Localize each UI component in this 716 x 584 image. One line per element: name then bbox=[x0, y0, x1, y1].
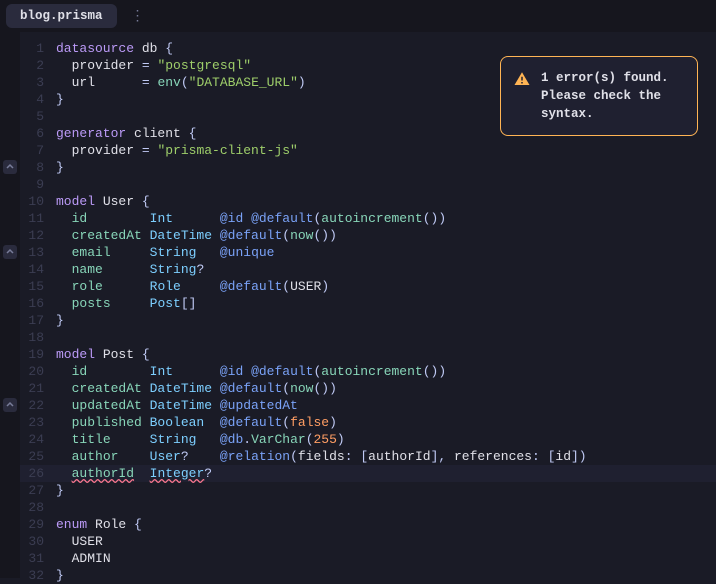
line-number: 32 bbox=[20, 567, 56, 584]
code-line[interactable]: 18 bbox=[20, 329, 716, 346]
code-line[interactable]: 9 bbox=[20, 176, 716, 193]
code-content: posts Post[] bbox=[56, 295, 716, 312]
code-line[interactable]: 17} bbox=[20, 312, 716, 329]
code-content: ADMIN bbox=[56, 550, 716, 567]
code-line[interactable]: 1datasource db { bbox=[20, 40, 716, 57]
line-number: 3 bbox=[20, 74, 56, 91]
error-message: 1 error(s) found. Please check the synta… bbox=[541, 69, 683, 123]
code-line[interactable]: 31 ADMIN bbox=[20, 550, 716, 567]
line-number: 5 bbox=[20, 108, 56, 125]
line-number: 13 bbox=[20, 244, 56, 261]
code-content: authorId Integer? bbox=[56, 465, 716, 482]
line-number: 25 bbox=[20, 448, 56, 465]
fold-gutter bbox=[0, 32, 20, 578]
tab-overflow-menu[interactable]: ⋮ bbox=[125, 8, 151, 25]
code-line[interactable]: 27} bbox=[20, 482, 716, 499]
line-number: 14 bbox=[20, 261, 56, 278]
code-line[interactable]: 15 role Role @default(USER) bbox=[20, 278, 716, 295]
line-number: 27 bbox=[20, 482, 56, 499]
line-number: 18 bbox=[20, 329, 56, 346]
code-line[interactable]: 22 updatedAt DateTime @updatedAt bbox=[20, 397, 716, 414]
line-number: 2 bbox=[20, 57, 56, 74]
code-content: } bbox=[56, 312, 716, 329]
code-content bbox=[56, 329, 716, 346]
code-content: USER bbox=[56, 533, 716, 550]
fold-chevron-icon[interactable] bbox=[3, 245, 17, 259]
code-content bbox=[56, 176, 716, 193]
fold-chevron-icon[interactable] bbox=[3, 160, 17, 174]
code-content bbox=[56, 499, 716, 516]
code-line[interactable]: 26 authorId Integer? bbox=[20, 465, 716, 482]
code-content: email String @unique bbox=[56, 244, 716, 261]
code-content: } bbox=[56, 482, 716, 499]
code-content: createdAt DateTime @default(now()) bbox=[56, 380, 716, 397]
tab-filename: blog.prisma bbox=[20, 9, 103, 23]
code-content: id Int @id @default(autoincrement()) bbox=[56, 210, 716, 227]
line-number: 26 bbox=[20, 465, 56, 482]
line-number: 20 bbox=[20, 363, 56, 380]
code-line[interactable]: 30 USER bbox=[20, 533, 716, 550]
code-content: } bbox=[56, 159, 716, 176]
line-number: 16 bbox=[20, 295, 56, 312]
code-line[interactable]: 24 title String @db.VarChar(255) bbox=[20, 431, 716, 448]
line-number: 11 bbox=[20, 210, 56, 227]
line-number: 8 bbox=[20, 159, 56, 176]
line-number: 31 bbox=[20, 550, 56, 567]
line-number: 12 bbox=[20, 227, 56, 244]
line-number: 30 bbox=[20, 533, 56, 550]
code-content: name String? bbox=[56, 261, 716, 278]
code-content: model Post { bbox=[56, 346, 716, 363]
line-number: 9 bbox=[20, 176, 56, 193]
line-number: 1 bbox=[20, 40, 56, 57]
code-line[interactable]: 10model User { bbox=[20, 193, 716, 210]
code-line[interactable]: 23 published Boolean @default(false) bbox=[20, 414, 716, 431]
code-line[interactable]: 29enum Role { bbox=[20, 516, 716, 533]
line-number: 19 bbox=[20, 346, 56, 363]
code-content: model User { bbox=[56, 193, 716, 210]
line-number: 17 bbox=[20, 312, 56, 329]
code-line[interactable]: 32} bbox=[20, 567, 716, 584]
code-content: updatedAt DateTime @updatedAt bbox=[56, 397, 716, 414]
code-line[interactable]: 19model Post { bbox=[20, 346, 716, 363]
code-line[interactable]: 12 createdAt DateTime @default(now()) bbox=[20, 227, 716, 244]
fold-chevron-icon[interactable] bbox=[3, 398, 17, 412]
code-content: enum Role { bbox=[56, 516, 716, 533]
code-content: createdAt DateTime @default(now()) bbox=[56, 227, 716, 244]
warning-icon bbox=[513, 70, 531, 88]
code-line[interactable]: 28 bbox=[20, 499, 716, 516]
code-content: role Role @default(USER) bbox=[56, 278, 716, 295]
line-number: 10 bbox=[20, 193, 56, 210]
code-line[interactable]: 11 id Int @id @default(autoincrement()) bbox=[20, 210, 716, 227]
tab-bar: blog.prisma ⋮ bbox=[0, 0, 716, 32]
code-content: } bbox=[56, 567, 716, 584]
code-line[interactable]: 13 email String @unique bbox=[20, 244, 716, 261]
code-line[interactable]: 16 posts Post[] bbox=[20, 295, 716, 312]
line-number: 28 bbox=[20, 499, 56, 516]
line-number: 22 bbox=[20, 397, 56, 414]
code-content: provider = "prisma-client-js" bbox=[56, 142, 716, 159]
error-toast[interactable]: 1 error(s) found. Please check the synta… bbox=[500, 56, 698, 136]
line-number: 4 bbox=[20, 91, 56, 108]
code-line[interactable]: 7 provider = "prisma-client-js" bbox=[20, 142, 716, 159]
code-content: datasource db { bbox=[56, 40, 716, 57]
code-line[interactable]: 8} bbox=[20, 159, 716, 176]
code-content: author User? @relation(fields: [authorId… bbox=[56, 448, 716, 465]
code-line[interactable]: 14 name String? bbox=[20, 261, 716, 278]
line-number: 6 bbox=[20, 125, 56, 142]
line-number: 15 bbox=[20, 278, 56, 295]
code-content: title String @db.VarChar(255) bbox=[56, 431, 716, 448]
code-line[interactable]: 25 author User? @relation(fields: [autho… bbox=[20, 448, 716, 465]
code-content: published Boolean @default(false) bbox=[56, 414, 716, 431]
code-content: id Int @id @default(autoincrement()) bbox=[56, 363, 716, 380]
file-tab[interactable]: blog.prisma bbox=[6, 4, 117, 28]
line-number: 24 bbox=[20, 431, 56, 448]
line-number: 23 bbox=[20, 414, 56, 431]
line-number: 29 bbox=[20, 516, 56, 533]
line-number: 7 bbox=[20, 142, 56, 159]
code-line[interactable]: 21 createdAt DateTime @default(now()) bbox=[20, 380, 716, 397]
line-number: 21 bbox=[20, 380, 56, 397]
code-line[interactable]: 20 id Int @id @default(autoincrement()) bbox=[20, 363, 716, 380]
